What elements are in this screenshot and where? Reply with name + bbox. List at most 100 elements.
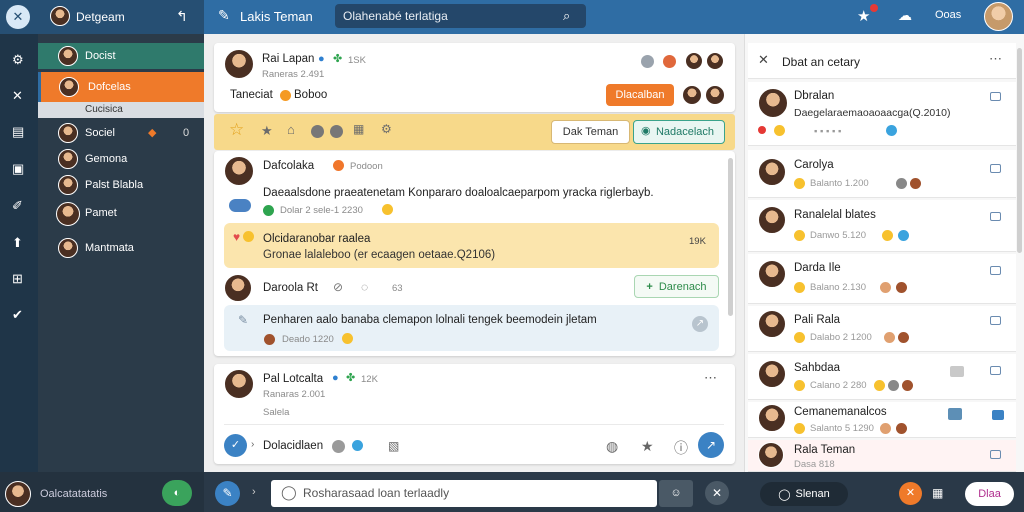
sidebar-item-7[interactable]: Mantmata (38, 235, 204, 261)
rail-check-icon[interactable]: ✔ (12, 307, 23, 323)
user-avatar[interactable] (984, 2, 1013, 31)
expand-icon[interactable]: › (252, 486, 256, 498)
contact-checkbox[interactable] (990, 92, 1001, 101)
sidebar-item-6[interactable]: Pamet (38, 200, 204, 226)
message-input[interactable]: Rosharasaad loan terlaadly (271, 480, 657, 507)
notification-icon[interactable]: ★ (857, 7, 870, 25)
rail-grid-icon[interactable]: ⊞ (12, 271, 23, 287)
post2-author-avatar[interactable] (224, 369, 254, 399)
contact-checkbox[interactable] (990, 212, 1001, 221)
composer-avatar[interactable] (224, 49, 254, 79)
toolbar-circle-icon-2[interactable] (330, 125, 343, 138)
sidebar-item-4[interactable]: Gemona (38, 146, 204, 172)
contact-smile-icon (794, 380, 805, 391)
send-dark-button[interactable]: ◯ Slenan (760, 482, 848, 506)
contact-item[interactable]: Carolya Balanto 1.200 (748, 150, 1016, 198)
contact-checkbox[interactable] (990, 450, 1001, 459)
contact-checkbox[interactable] (990, 366, 1001, 375)
cloud-icon[interactable]: ☁ (898, 7, 912, 24)
contact-checkbox[interactable] (990, 266, 1001, 275)
top-right-label[interactable]: Ooas (935, 9, 961, 21)
home-icon[interactable]: ⌂ (287, 122, 295, 137)
rail-settings-icon[interactable]: ⚙ (12, 52, 24, 68)
attach-icon[interactable]: ✕ (705, 481, 729, 505)
contact-item[interactable]: Cemanemanalcos Salanto 5 1290 (748, 402, 1016, 438)
post2-info-icon[interactable]: ⓘ (674, 438, 688, 458)
search-icon[interactable]: ⌕ (563, 8, 570, 24)
post-reaction-pill[interactable] (229, 199, 251, 212)
contact-name: Carolya (794, 159, 834, 171)
contact-photo-icon[interactable] (948, 408, 962, 420)
rail-upload-icon[interactable]: ⬆ (12, 235, 23, 251)
sidebar-item-5[interactable]: Palst Blabla (38, 172, 204, 198)
post2-image-icon[interactable]: ▧ (388, 439, 399, 453)
contact-image-icon[interactable] (950, 366, 964, 377)
post2-more-icon[interactable]: ⋯ (704, 370, 717, 386)
toolbar-circle-icon-1[interactable] (311, 125, 324, 138)
toolbar-gear-icon[interactable]: ⚙ (381, 122, 392, 136)
post2-edit-icon[interactable]: ✓ (224, 434, 247, 457)
contact-name: Sahbdaa (794, 362, 841, 374)
profile-avatar[interactable] (50, 6, 70, 26)
right-scrollbar[interactable] (1017, 48, 1022, 253)
post2-send-icon[interactable]: ↗ (698, 432, 724, 458)
emoji-button-icon[interactable]: ☺ (659, 480, 693, 507)
rail-document-icon[interactable]: ▤ (12, 124, 24, 140)
contact-checkbox[interactable] (990, 164, 1001, 173)
sidebar-item-1[interactable]: Dofcelas (38, 72, 204, 102)
composer-mini-avatar-2[interactable] (706, 52, 724, 70)
contact-item[interactable]: Pali Rala Dalabo 2 1200 (748, 306, 1016, 352)
rail-pen-icon[interactable]: ✐ (12, 198, 23, 214)
contact-item[interactable]: Darda Ile Balano 2.130 (748, 254, 1016, 304)
post2-arrow-icon[interactable]: › (251, 439, 254, 450)
app-logo-icon[interactable]: ✕ (6, 5, 30, 29)
add-friend-button[interactable]: Dak Teman (551, 120, 630, 144)
post2-star-icon[interactable]: ★ (641, 438, 654, 455)
contact-item[interactable]: Dbralan Daegelaraemaoaoaacga(Q.2010) ▪ ▪ ▪… (748, 82, 1016, 146)
composer-mini-avatar-1[interactable] (685, 52, 703, 70)
post-author-avatar[interactable] (224, 156, 254, 186)
sidebar-item-2[interactable]: Cucisica (38, 102, 204, 118)
bottom-avatar[interactable] (5, 481, 31, 507)
compose-icon[interactable]: ✎ (215, 481, 240, 506)
contact-item[interactable]: Ranalelal blates Danwo 5.120 (748, 200, 1016, 252)
toolbar-grid-icon[interactable]: ▦ (353, 122, 364, 136)
contact-photo2-icon[interactable] (992, 410, 1004, 420)
reply-avatar[interactable] (224, 274, 252, 302)
edit-icon[interactable]: ✎ (218, 7, 230, 24)
right-panel-more-icon[interactable]: ⋯ (989, 51, 1002, 67)
composer-action-icon-2[interactable] (663, 55, 676, 68)
contact-checkbox[interactable] (990, 316, 1001, 325)
reply-follow-button[interactable]: + Darenach (634, 275, 719, 298)
back-icon[interactable]: ↰ (176, 8, 188, 25)
reply-more-icon[interactable]: ↗ (692, 316, 708, 332)
post2-globe-icon[interactable]: ◍ (606, 438, 618, 455)
search-input[interactable]: Olahenabé terlatiga (335, 4, 586, 28)
close-icon[interactable]: ✕ (758, 52, 769, 68)
rail-lock-icon[interactable]: ▣ (12, 161, 24, 177)
contact-avatar (758, 260, 786, 288)
sidebar-item-3[interactable]: Sociel ◆ 0 (38, 120, 204, 146)
composer-orange-button[interactable]: Dlacalban (606, 84, 674, 106)
post2-action-icon-1[interactable] (332, 440, 345, 453)
reply-link-icon[interactable]: ⊘ (333, 280, 343, 294)
composer-share-avatar-1[interactable] (682, 85, 702, 105)
notification-badge (870, 4, 878, 12)
composer-share-avatar-2[interactable] (705, 85, 725, 105)
contact-item[interactable]: Rala Teman Dasa 818 (748, 440, 1016, 472)
sidebar-item-0[interactable]: Docist (38, 43, 204, 69)
post2-action-icon-2[interactable] (352, 440, 363, 451)
post2-action-label[interactable]: Dolacidlaen (263, 440, 323, 452)
composer-action-icon-1[interactable] (641, 55, 654, 68)
star-small-icon[interactable]: ★ (261, 123, 273, 139)
bottom-orange-icon[interactable]: ✕ (899, 482, 922, 505)
bottom-left-action-icon[interactable]: ◐ (162, 480, 192, 506)
rail-tools-icon[interactable]: ✕ (12, 88, 23, 104)
pill-button[interactable]: Dlaa (965, 482, 1014, 506)
reply-comment-icon[interactable]: ◌ (361, 280, 368, 294)
contact-item[interactable]: Sahbdaa Calano 2 280 (748, 354, 1016, 400)
star-icon[interactable]: ☆ (229, 120, 244, 140)
contact-status-icon (758, 126, 766, 134)
bottom-grid-icon[interactable]: ▦ (932, 486, 943, 500)
post-scrollbar[interactable] (728, 158, 733, 316)
